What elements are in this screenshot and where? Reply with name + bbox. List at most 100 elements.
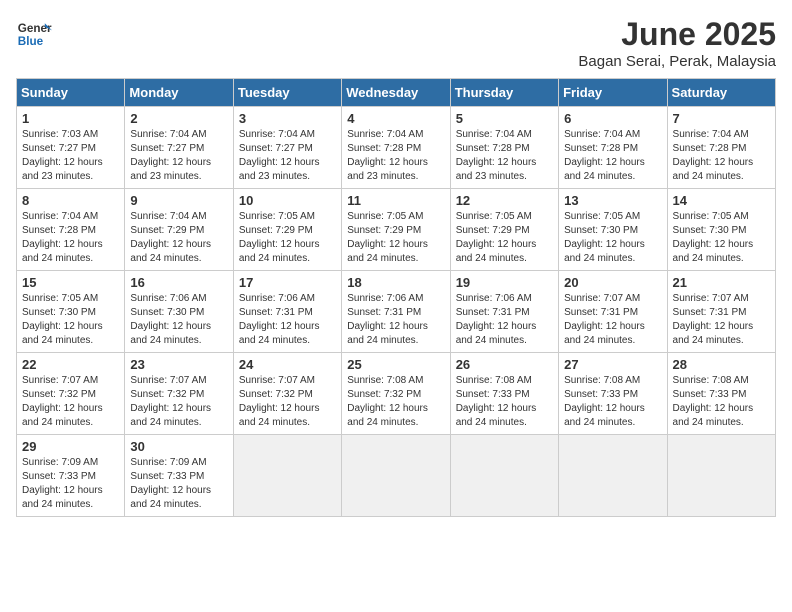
cell-info: Sunrise: 7:09 AMSunset: 7:33 PMDaylight:… bbox=[22, 457, 103, 510]
table-row: 2 Sunrise: 7:04 AMSunset: 7:27 PMDaylight… bbox=[125, 107, 233, 189]
day-number: 5 bbox=[456, 111, 553, 126]
table-row: 24 Sunrise: 7:07 AMSunset: 7:32 PMDayligh… bbox=[233, 353, 341, 435]
table-row: 3 Sunrise: 7:04 AMSunset: 7:27 PMDaylight… bbox=[233, 107, 341, 189]
table-row: 11 Sunrise: 7:05 AMSunset: 7:29 PMDayligh… bbox=[342, 189, 450, 271]
cell-info: Sunrise: 7:04 AMSunset: 7:28 PMDaylight:… bbox=[673, 129, 754, 182]
day-number: 25 bbox=[347, 357, 444, 372]
cell-info: Sunrise: 7:06 AMSunset: 7:31 PMDaylight:… bbox=[347, 293, 428, 346]
day-number: 19 bbox=[456, 275, 553, 290]
table-row: 29Sunrise: 7:09 AMSunset: 7:33 PMDayligh… bbox=[17, 435, 125, 517]
cell-info: Sunrise: 7:07 AMSunset: 7:32 PMDaylight:… bbox=[22, 375, 103, 428]
cell-info: Sunrise: 7:03 AMSunset: 7:27 PMDaylight:… bbox=[22, 129, 103, 182]
table-row: 27Sunrise: 7:08 AMSunset: 7:33 PMDayligh… bbox=[559, 353, 667, 435]
cell-info: Sunrise: 7:05 AMSunset: 7:29 PMDaylight:… bbox=[456, 211, 537, 264]
cell-info: Sunrise: 7:06 AMSunset: 7:30 PMDaylight:… bbox=[130, 293, 211, 346]
calendar-header-row: Sunday Monday Tuesday Wednesday Thursday… bbox=[17, 79, 776, 107]
table-row: 1 Sunrise: 7:03 AMSunset: 7:27 PMDaylight… bbox=[17, 107, 125, 189]
table-row: 14 Sunrise: 7:05 AMSunset: 7:30 PMDayligh… bbox=[667, 189, 775, 271]
day-number: 6 bbox=[564, 111, 661, 126]
cell-info: Sunrise: 7:05 AMSunset: 7:30 PMDaylight:… bbox=[673, 211, 754, 264]
table-row: 10 Sunrise: 7:05 AMSunset: 7:29 PMDayligh… bbox=[233, 189, 341, 271]
cell-info: Sunrise: 7:09 AMSunset: 7:33 PMDaylight:… bbox=[130, 457, 211, 510]
day-number: 24 bbox=[239, 357, 336, 372]
table-row: 20 Sunrise: 7:07 AMSunset: 7:31 PMDayligh… bbox=[559, 271, 667, 353]
table-row: 5 Sunrise: 7:04 AMSunset: 7:28 PMDaylight… bbox=[450, 107, 558, 189]
cell-info: Sunrise: 7:07 AMSunset: 7:31 PMDaylight:… bbox=[673, 293, 754, 346]
cell-info: Sunrise: 7:07 AMSunset: 7:31 PMDaylight:… bbox=[564, 293, 645, 346]
day-number: 4 bbox=[347, 111, 444, 126]
cell-info: Sunrise: 7:05 AMSunset: 7:30 PMDaylight:… bbox=[564, 211, 645, 264]
cell-info: Sunrise: 7:04 AMSunset: 7:28 PMDaylight:… bbox=[456, 129, 537, 182]
cell-info: Sunrise: 7:07 AMSunset: 7:32 PMDaylight:… bbox=[130, 375, 211, 428]
table-row: 22 Sunrise: 7:07 AMSunset: 7:32 PMDayligh… bbox=[17, 353, 125, 435]
location: Bagan Serai, Perak, Malaysia bbox=[578, 53, 776, 70]
table-row: 13 Sunrise: 7:05 AMSunset: 7:30 PMDayligh… bbox=[559, 189, 667, 271]
table-row bbox=[450, 435, 558, 517]
day-number: 12 bbox=[456, 193, 553, 208]
cell-info: Sunrise: 7:06 AMSunset: 7:31 PMDaylight:… bbox=[239, 293, 320, 346]
col-saturday: Saturday bbox=[667, 79, 775, 107]
day-number: 14 bbox=[673, 193, 770, 208]
day-number: 30 bbox=[130, 439, 227, 454]
cell-info: Sunrise: 7:04 AMSunset: 7:28 PMDaylight:… bbox=[347, 129, 428, 182]
table-row: 15 Sunrise: 7:05 AMSunset: 7:30 PMDayligh… bbox=[17, 271, 125, 353]
svg-text:Blue: Blue bbox=[18, 35, 44, 48]
day-number: 13 bbox=[564, 193, 661, 208]
cell-info: Sunrise: 7:08 AMSunset: 7:33 PMDaylight:… bbox=[456, 375, 537, 428]
table-row: 19 Sunrise: 7:06 AMSunset: 7:31 PMDayligh… bbox=[450, 271, 558, 353]
logo-icon: General Blue bbox=[16, 16, 52, 52]
table-row: 8Sunrise: 7:04 AMSunset: 7:28 PMDaylight… bbox=[17, 189, 125, 271]
svg-text:General: General bbox=[18, 22, 52, 35]
calendar-row: 29Sunrise: 7:09 AMSunset: 7:33 PMDayligh… bbox=[17, 435, 776, 517]
day-number: 3 bbox=[239, 111, 336, 126]
cell-info: Sunrise: 7:04 AMSunset: 7:27 PMDaylight:… bbox=[239, 129, 320, 182]
day-number: 17 bbox=[239, 275, 336, 290]
table-row: 21 Sunrise: 7:07 AMSunset: 7:31 PMDayligh… bbox=[667, 271, 775, 353]
day-number: 11 bbox=[347, 193, 444, 208]
day-number: 10 bbox=[239, 193, 336, 208]
table-row: 7 Sunrise: 7:04 AMSunset: 7:28 PMDaylight… bbox=[667, 107, 775, 189]
day-number: 7 bbox=[673, 111, 770, 126]
logo: General Blue bbox=[16, 16, 52, 52]
table-row bbox=[667, 435, 775, 517]
table-row: 23 Sunrise: 7:07 AMSunset: 7:32 PMDayligh… bbox=[125, 353, 233, 435]
day-number: 1 bbox=[22, 111, 119, 126]
day-number: 15 bbox=[22, 275, 119, 290]
table-row: 26Sunrise: 7:08 AMSunset: 7:33 PMDayligh… bbox=[450, 353, 558, 435]
cell-info: Sunrise: 7:04 AMSunset: 7:29 PMDaylight:… bbox=[130, 211, 211, 264]
day-number: 22 bbox=[22, 357, 119, 372]
cell-info: Sunrise: 7:04 AMSunset: 7:27 PMDaylight:… bbox=[130, 129, 211, 182]
table-row: 4 Sunrise: 7:04 AMSunset: 7:28 PMDaylight… bbox=[342, 107, 450, 189]
table-row: 28Sunrise: 7:08 AMSunset: 7:33 PMDayligh… bbox=[667, 353, 775, 435]
cell-info: Sunrise: 7:06 AMSunset: 7:31 PMDaylight:… bbox=[456, 293, 537, 346]
col-thursday: Thursday bbox=[450, 79, 558, 107]
table-row bbox=[342, 435, 450, 517]
table-row: 16 Sunrise: 7:06 AMSunset: 7:30 PMDayligh… bbox=[125, 271, 233, 353]
col-monday: Monday bbox=[125, 79, 233, 107]
table-row bbox=[559, 435, 667, 517]
title-area: June 2025 Bagan Serai, Perak, Malaysia bbox=[578, 16, 776, 70]
table-row: 17 Sunrise: 7:06 AMSunset: 7:31 PMDayligh… bbox=[233, 271, 341, 353]
table-row bbox=[233, 435, 341, 517]
table-row: 6Sunrise: 7:04 AMSunset: 7:28 PMDaylight… bbox=[559, 107, 667, 189]
cell-info: Sunrise: 7:05 AMSunset: 7:29 PMDaylight:… bbox=[239, 211, 320, 264]
cell-info: Sunrise: 7:07 AMSunset: 7:32 PMDaylight:… bbox=[239, 375, 320, 428]
calendar-row: 1 Sunrise: 7:03 AMSunset: 7:27 PMDaylight… bbox=[17, 107, 776, 189]
calendar-row: 22 Sunrise: 7:07 AMSunset: 7:32 PMDayligh… bbox=[17, 353, 776, 435]
day-number: 16 bbox=[130, 275, 227, 290]
calendar-row: 15 Sunrise: 7:05 AMSunset: 7:30 PMDayligh… bbox=[17, 271, 776, 353]
day-number: 23 bbox=[130, 357, 227, 372]
day-number: 21 bbox=[673, 275, 770, 290]
cell-info: Sunrise: 7:08 AMSunset: 7:32 PMDaylight:… bbox=[347, 375, 428, 428]
day-number: 20 bbox=[564, 275, 661, 290]
cell-info: Sunrise: 7:05 AMSunset: 7:30 PMDaylight:… bbox=[22, 293, 103, 346]
col-sunday: Sunday bbox=[17, 79, 125, 107]
day-number: 27 bbox=[564, 357, 661, 372]
day-number: 18 bbox=[347, 275, 444, 290]
day-number: 2 bbox=[130, 111, 227, 126]
cell-info: Sunrise: 7:05 AMSunset: 7:29 PMDaylight:… bbox=[347, 211, 428, 264]
col-friday: Friday bbox=[559, 79, 667, 107]
day-number: 8 bbox=[22, 193, 119, 208]
day-number: 9 bbox=[130, 193, 227, 208]
table-row: 18 Sunrise: 7:06 AMSunset: 7:31 PMDayligh… bbox=[342, 271, 450, 353]
